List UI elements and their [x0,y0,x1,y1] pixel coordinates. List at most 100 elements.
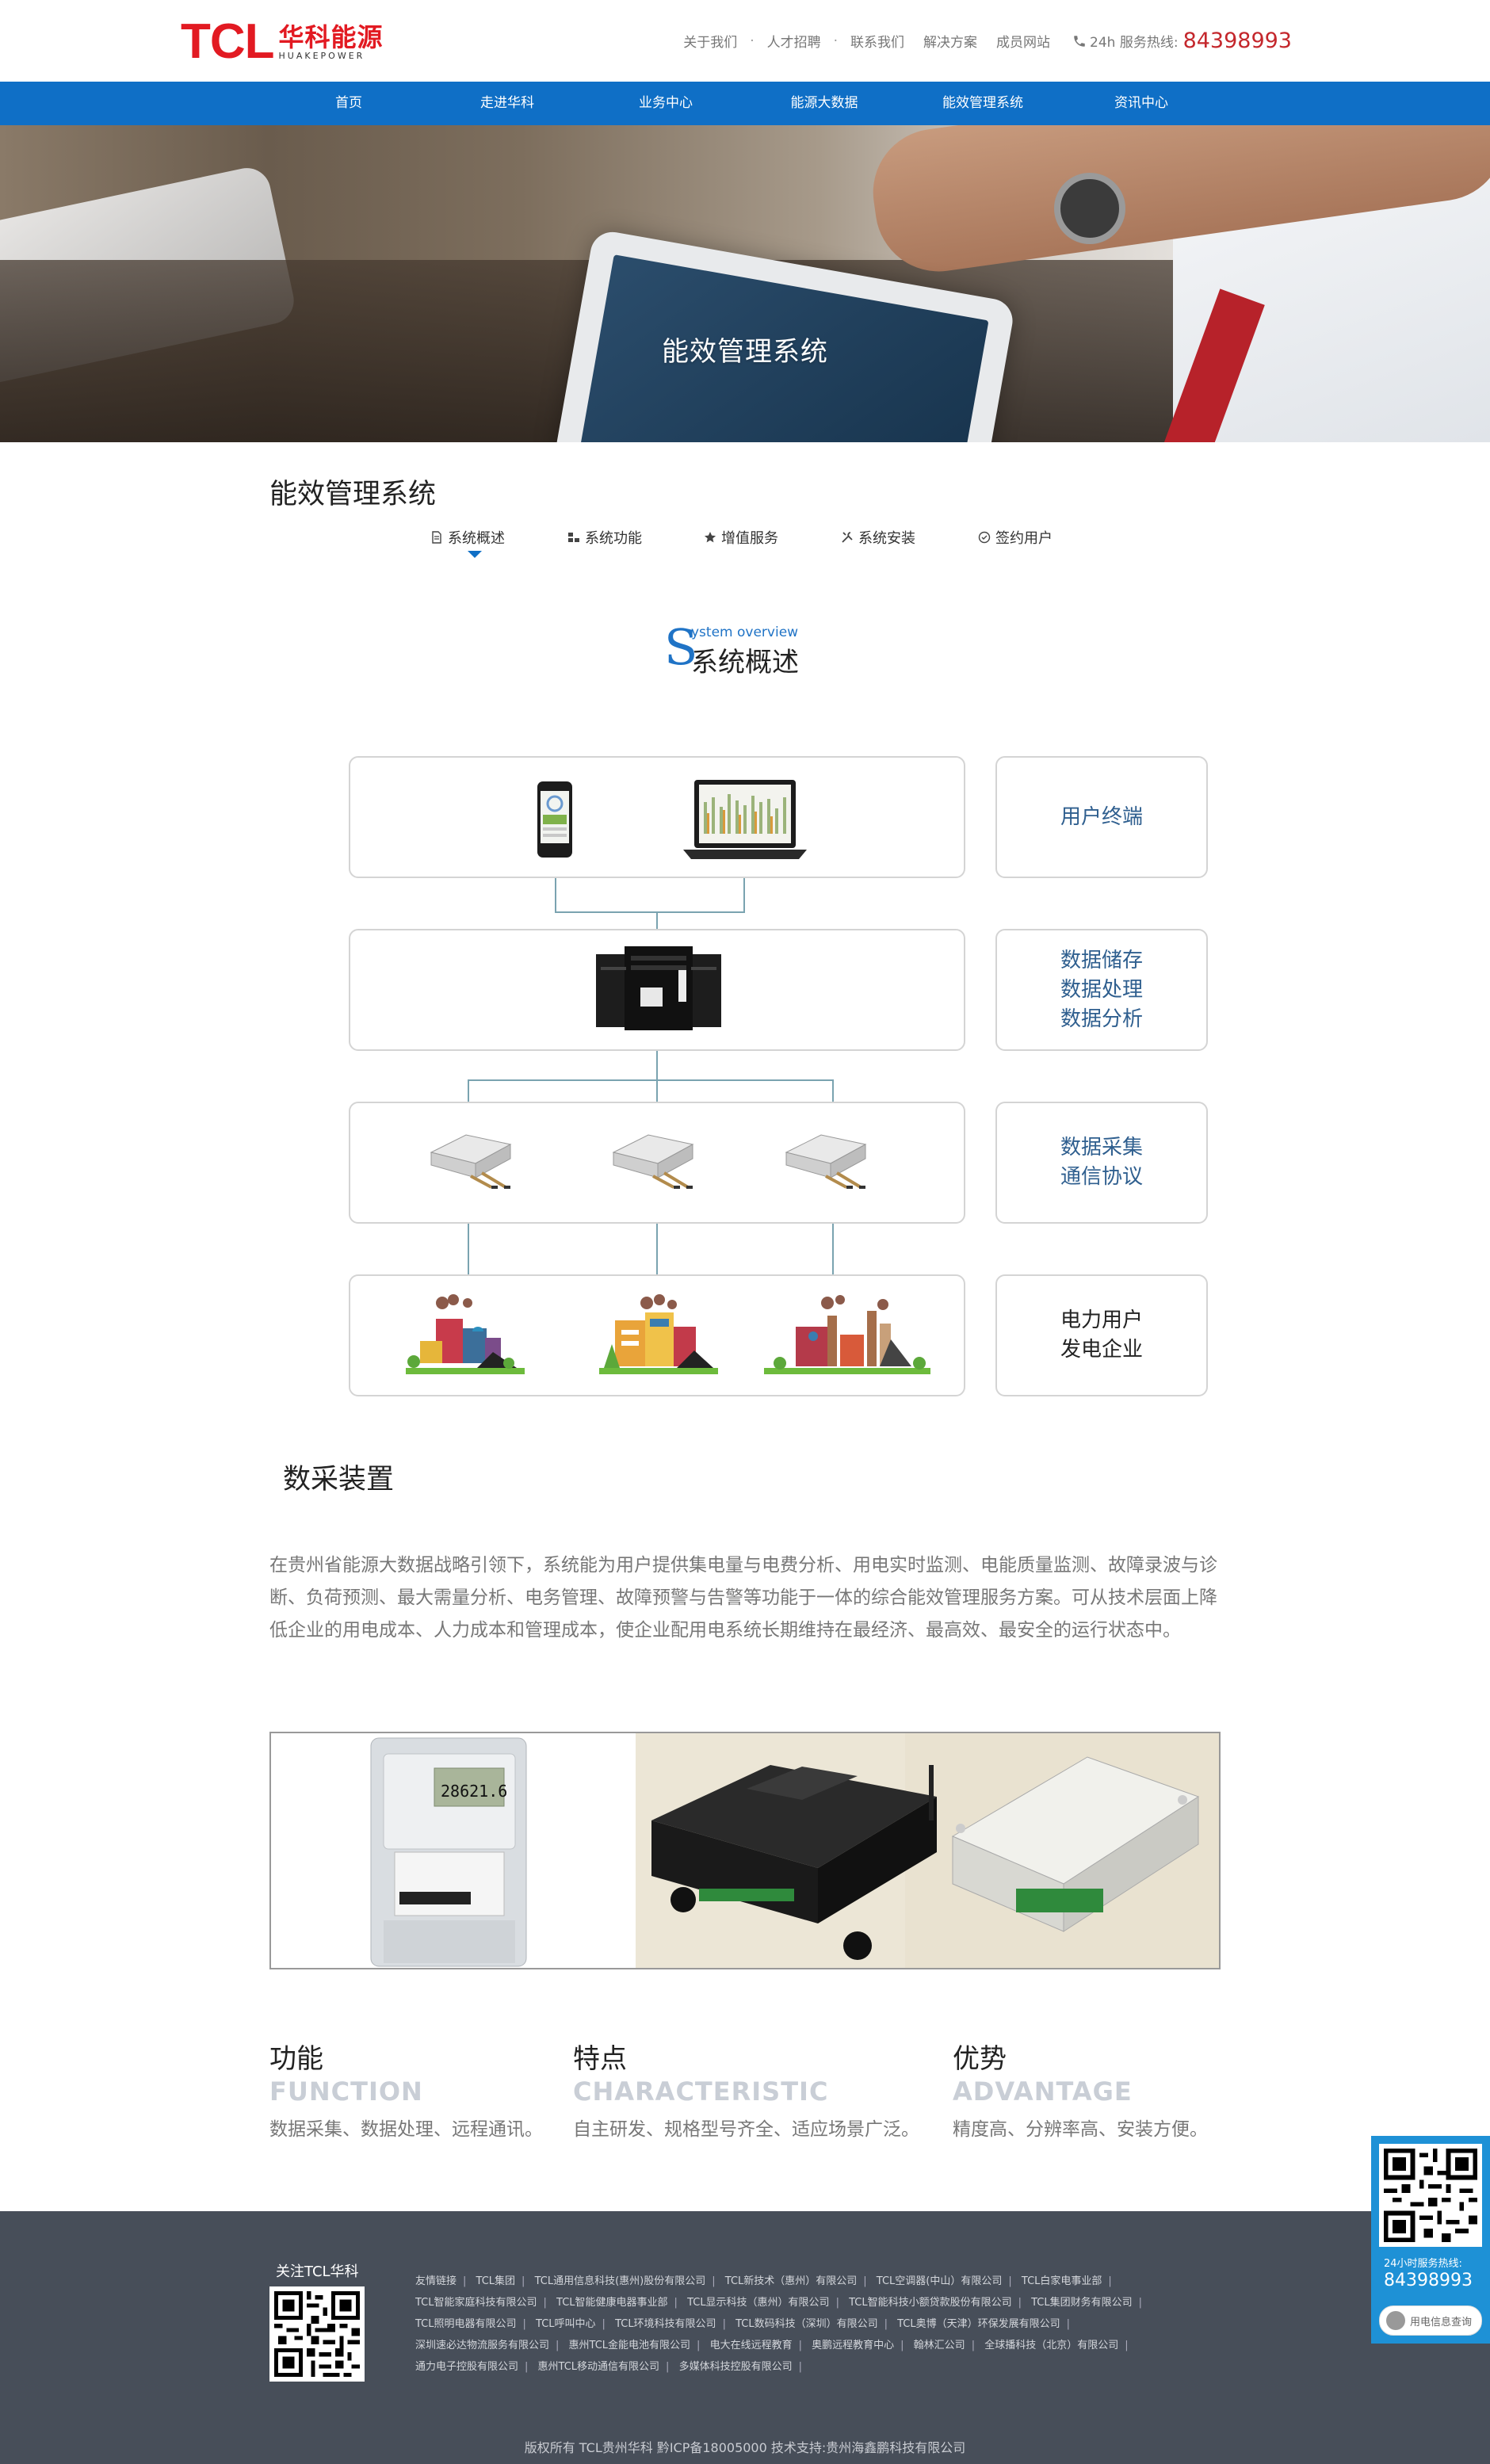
friend-link[interactable]: TCL智能健康电器事业部 [556,2297,668,2309]
feature-title: 功能 [269,2043,323,2075]
connector-line [555,878,556,912]
connector-line [468,1079,834,1081]
feature-desc: 自主研发、规格型号齐全、适应场景广泛。 [573,2119,919,2140]
laptop-icon [683,780,807,859]
link-separator: | [602,2318,606,2330]
device-photo-illustration: 28621.6 [271,1733,1219,1968]
link-separator: | [971,2340,976,2351]
diagram-label-line: 通信协议 [1060,1165,1143,1189]
connector-line [656,1224,658,1275]
diagram-label-line: 数据储存 [1060,948,1143,972]
link-separator: | [798,2340,802,2351]
link-separator: | [1108,2275,1112,2287]
feature-title: 优势 [953,2043,1007,2075]
diagram-label-line: 数据处理 [1060,977,1143,1002]
friend-link[interactable]: TCL显示科技（惠州）有限公司 [687,2297,830,2309]
diagram-label-line: 数据采集 [1060,1136,1143,1159]
link-separator: | [556,2340,560,2351]
friend-links: 友情链接 | TCL集团 | TCL通用信息科技(惠州)股份有限公司 | TCL新技术… [415,2271,1176,2378]
diagram-label-line: 发电企业 [1060,1338,1143,1362]
server-icon [596,946,721,1030]
friend-link[interactable]: 全球播科技（北京）有限公司 [984,2340,1118,2351]
collector-device-icon [612,1134,694,1189]
link-separator: | [1066,2318,1071,2330]
side-hotline-label: 24小时服务热线: [1384,2258,1462,2270]
terminal-label: 用户终端 [995,756,1208,878]
footer-qr-code [269,2286,365,2382]
link-separator: | [463,2275,467,2287]
link-separator: | [1008,2275,1012,2287]
qr-code-icon [1384,2149,1477,2242]
friend-link[interactable]: TCL集团财务有限公司 [1031,2297,1133,2309]
diagram-label-line: 用户终端 [1060,804,1143,829]
link-separator: | [835,2297,839,2309]
side-qr-code [1379,2144,1482,2247]
feature-subtitle: CHARACTERISTIC [573,2076,829,2107]
meter-reading: 28621.6 [441,1782,507,1801]
link-separator: | [1018,2297,1022,2309]
friend-link[interactable]: TCL智能家庭科技有限公司 [415,2297,537,2309]
feature-characteristic: 特点 CHARACTERISTIC 自主研发、规格型号齐全、适应场景广泛。 [573,2042,919,2141]
connector-line [832,1224,834,1275]
factory-icon [599,1294,718,1374]
link-separator: | [1138,2297,1143,2309]
device-section-title: 数采装置 [283,1464,395,1496]
connector-line [468,1079,469,1102]
feature-desc: 数据采集、数据处理、远程通讯。 [269,2119,543,2140]
friend-link[interactable]: TCL呼叫中心 [536,2318,596,2330]
friend-link[interactable]: 惠州TCL移动通信有限公司 [538,2361,660,2373]
friend-link[interactable]: TCL奥博（天津）环保发展有限公司 [897,2318,1060,2330]
diagram-label-line: 数据分析 [1060,1007,1143,1031]
side-hotline-number: 84398993 [1384,2271,1473,2290]
link-separator: | [525,2361,529,2373]
friend-link[interactable]: 翰林汇公司 [914,2340,965,2351]
friend-link[interactable]: 电大在线远程教育 [710,2340,793,2351]
connector-line [743,878,745,912]
link-separator: | [674,2297,678,2309]
friend-link[interactable]: TCL白家电事业部 [1022,2275,1102,2287]
friend-link[interactable]: 深圳速必达物流服务有限公司 [415,2340,549,2351]
system-architecture-diagram: 用户终端 数据储存 数据处理 数据分析 数据采集 通信协议 电力用户 发电企业 [0,0,1490,1427]
friend-links-label: 友情链接 [415,2275,457,2287]
power-query-button[interactable]: 用电信息查询 [1379,2305,1482,2336]
friend-link[interactable]: TCL新技术（惠州）有限公司 [725,2275,858,2287]
friend-link[interactable]: TCL智能科技小额贷款股份有限公司 [849,2297,1012,2309]
power-user-label: 电力用户 发电企业 [995,1274,1208,1396]
connector-line [656,911,658,929]
friend-link[interactable]: TCL通用信息科技(惠州)股份有限公司 [535,2275,706,2287]
qr-code-icon [274,2291,360,2377]
feature-title: 特点 [573,2043,627,2075]
link-separator: | [522,2275,525,2287]
link-separator: | [712,2275,716,2287]
connector-line [656,1079,658,1102]
link-separator: | [722,2318,726,2330]
friend-link[interactable]: TCL数码科技（深圳）有限公司 [735,2318,878,2330]
collector-device-icon [785,1134,867,1189]
link-separator: | [884,2318,888,2330]
link-separator: | [697,2340,701,2351]
friend-link[interactable]: 通力电子控股有限公司 [415,2361,518,2373]
connector-line [832,1079,834,1102]
device-section-paragraph: 在贵州省能源大数据战略引领下，系统能为用户提供集电量与电费分析、用电实时监测、电… [269,1555,1217,1641]
friend-link[interactable]: 奥鹏远程教育中心 [812,2340,894,2351]
side-contact-widget: 24小时服务热线: 84398993 用电信息查询 [1371,2136,1490,2344]
power-query-label: 用电信息查询 [1410,2316,1473,2328]
friend-link[interactable]: TCL照明电器有限公司 [415,2318,517,2330]
friend-link[interactable]: TCL环境科技有限公司 [615,2318,716,2330]
query-icon [1386,2311,1405,2330]
friend-link[interactable]: TCL空调器(中山）有限公司 [877,2275,1003,2287]
link-separator: | [666,2361,670,2373]
feature-subtitle: ADVANTAGE [953,2076,1133,2107]
terminal-box [349,756,965,878]
copyright: 版权所有 TCL贵州华科 黔ICP备18005000 技术支持:贵州海鑫鹏科技有… [524,2440,966,2455]
link-separator: | [900,2340,904,2351]
friend-link[interactable]: TCL集团 [476,2275,516,2287]
collection-label: 数据采集 通信协议 [995,1102,1208,1224]
connector-line [555,911,745,913]
link-separator: | [1125,2340,1129,2351]
friend-link[interactable]: 多媒体科技控股有限公司 [679,2361,793,2373]
feature-advantage: 优势 ADVANTAGE 精度高、分辨率高、安装方便。 [953,2042,1208,2141]
connector-line [468,1224,469,1275]
friend-link[interactable]: 惠州TCL金能电池有限公司 [569,2340,691,2351]
link-separator: | [863,2275,867,2287]
